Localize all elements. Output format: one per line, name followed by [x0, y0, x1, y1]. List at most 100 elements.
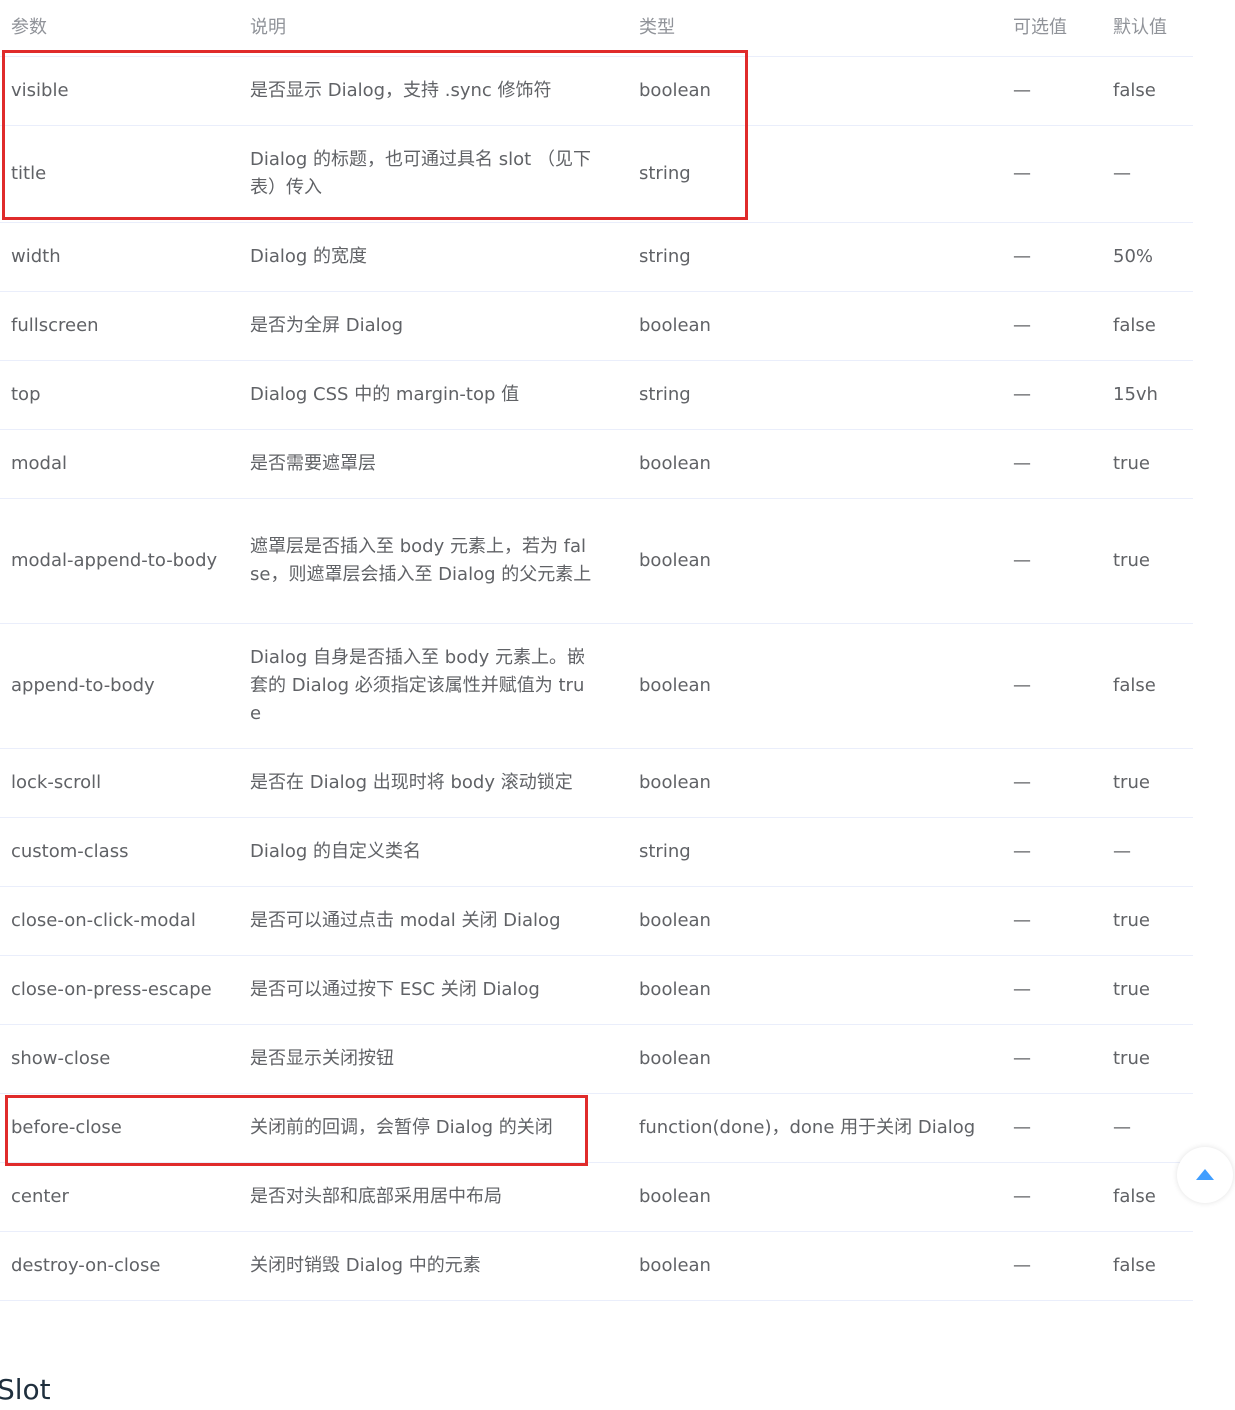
cell-type: string: [628, 222, 1002, 292]
cell-param: modal-append-to-body: [0, 498, 239, 624]
table-row: lock-scroll 是否在 Dialog 出现时将 body 滚动锁定 bo…: [0, 748, 1193, 818]
table-row: title Dialog 的标题，也可通过具名 slot （见下表）传入 str…: [0, 125, 1193, 223]
cell-param: center: [0, 1162, 239, 1232]
cell-type: boolean: [628, 748, 1002, 818]
cell-desc: 是否显示关闭按钮: [239, 1024, 628, 1094]
cell-param: before-close: [0, 1093, 239, 1163]
cell-desc: 关闭前的回调，会暂停 Dialog 的关闭: [239, 1093, 628, 1163]
cell-desc: 遮罩层是否插入至 body 元素上，若为 false，则遮罩层会插入至 Dial…: [239, 498, 628, 624]
cell-param: visible: [0, 56, 239, 126]
cell-default: —: [1102, 817, 1193, 887]
cell-desc: 是否可以通过按下 ESC 关闭 Dialog: [239, 955, 628, 1025]
cell-param: custom-class: [0, 817, 239, 887]
table-row: modal 是否需要遮罩层 boolean — true: [0, 429, 1193, 499]
cell-param: close-on-press-escape: [0, 955, 239, 1025]
cell-param: width: [0, 222, 239, 292]
cell-desc: 是否需要遮罩层: [239, 429, 628, 499]
table-row: width Dialog 的宽度 string — 50%: [0, 222, 1193, 292]
cell-type: boolean: [628, 429, 1002, 499]
cell-type: boolean: [628, 498, 1002, 624]
table-row: custom-class Dialog 的自定义类名 string — —: [0, 817, 1193, 887]
cell-options: —: [1002, 1231, 1102, 1301]
cell-desc: 是否为全屏 Dialog: [239, 291, 628, 361]
cell-desc: 是否在 Dialog 出现时将 body 滚动锁定: [239, 748, 628, 818]
cell-default: false: [1102, 623, 1193, 749]
cell-desc: Dialog 的宽度: [239, 222, 628, 292]
cell-type: string: [628, 125, 1002, 223]
cell-type: function(done)，done 用于关闭 Dialog: [628, 1093, 1002, 1163]
cell-options: —: [1002, 498, 1102, 624]
cell-default: true: [1102, 886, 1193, 956]
table-row: modal-append-to-body 遮罩层是否插入至 body 元素上，若…: [0, 498, 1193, 624]
cell-type: string: [628, 817, 1002, 887]
cell-type: boolean: [628, 955, 1002, 1025]
cell-default: —: [1102, 1093, 1193, 1163]
cell-default: 50%: [1102, 222, 1193, 292]
section-heading-slot: Slot: [0, 1373, 51, 1406]
cell-options: —: [1002, 955, 1102, 1025]
back-to-top-button[interactable]: [1177, 1147, 1233, 1203]
cell-type: boolean: [628, 886, 1002, 956]
cell-options: —: [1002, 360, 1102, 430]
cell-param: show-close: [0, 1024, 239, 1094]
cell-options: —: [1002, 886, 1102, 956]
cell-param: modal: [0, 429, 239, 499]
cell-default: true: [1102, 955, 1193, 1025]
cell-desc: 是否可以通过点击 modal 关闭 Dialog: [239, 886, 628, 956]
cell-type: boolean: [628, 1024, 1002, 1094]
cell-desc: 关闭时销毁 Dialog 中的元素: [239, 1231, 628, 1301]
cell-desc: Dialog CSS 中的 margin-top 值: [239, 360, 628, 430]
table-row: visible 是否显示 Dialog，支持 .sync 修饰符 boolean…: [0, 56, 1193, 126]
cell-param: destroy-on-close: [0, 1231, 239, 1301]
cell-type: boolean: [628, 56, 1002, 126]
cell-type: boolean: [628, 1231, 1002, 1301]
cell-param: close-on-click-modal: [0, 886, 239, 956]
caret-up-icon: [1196, 1169, 1214, 1180]
table-row: show-close 是否显示关闭按钮 boolean — true: [0, 1024, 1193, 1094]
table-row: destroy-on-close 关闭时销毁 Dialog 中的元素 boole…: [0, 1231, 1193, 1301]
header-default: 默认值: [1102, 0, 1193, 57]
cell-options: —: [1002, 222, 1102, 292]
cell-default: —: [1102, 125, 1193, 223]
header-options: 可选值: [1002, 0, 1102, 57]
cell-options: —: [1002, 125, 1102, 223]
table-row: close-on-press-escape 是否可以通过按下 ESC 关闭 Di…: [0, 955, 1193, 1025]
cell-options: —: [1002, 748, 1102, 818]
cell-default: false: [1102, 291, 1193, 361]
cell-options: —: [1002, 56, 1102, 126]
cell-default: false: [1102, 56, 1193, 126]
cell-default: true: [1102, 429, 1193, 499]
cell-param: lock-scroll: [0, 748, 239, 818]
cell-default: true: [1102, 498, 1193, 624]
cell-default: true: [1102, 748, 1193, 818]
cell-type: string: [628, 360, 1002, 430]
table-row: center 是否对头部和底部采用居中布局 boolean — false: [0, 1162, 1193, 1232]
header-type: 类型: [628, 0, 1002, 57]
table-row: before-close 关闭前的回调，会暂停 Dialog 的关闭 funct…: [0, 1093, 1193, 1163]
cell-type: boolean: [628, 291, 1002, 361]
cell-options: —: [1002, 429, 1102, 499]
table-row: append-to-body Dialog 自身是否插入至 body 元素上。嵌…: [0, 623, 1193, 749]
table-row: close-on-click-modal 是否可以通过点击 modal 关闭 D…: [0, 886, 1193, 956]
cell-type: boolean: [628, 1162, 1002, 1232]
cell-param: append-to-body: [0, 623, 239, 749]
cell-desc: 是否对头部和底部采用居中布局: [239, 1162, 628, 1232]
cell-options: —: [1002, 1093, 1102, 1163]
cell-options: —: [1002, 1024, 1102, 1094]
dialog-attributes-table: 参数 说明 类型 可选值 默认值 visible 是否显示 Dialog，支持 …: [0, 0, 1193, 1301]
cell-desc: 是否显示 Dialog，支持 .sync 修饰符: [239, 56, 628, 126]
cell-type: boolean: [628, 623, 1002, 749]
cell-param: title: [0, 125, 239, 223]
cell-desc: Dialog 自身是否插入至 body 元素上。嵌套的 Dialog 必须指定该…: [239, 623, 628, 749]
header-desc: 说明: [239, 0, 628, 57]
cell-desc: Dialog 的标题，也可通过具名 slot （见下表）传入: [239, 125, 628, 223]
cell-desc: Dialog 的自定义类名: [239, 817, 628, 887]
table-row: top Dialog CSS 中的 margin-top 值 string — …: [0, 360, 1193, 430]
cell-options: —: [1002, 291, 1102, 361]
cell-options: —: [1002, 623, 1102, 749]
table-header-row: 参数 说明 类型 可选值 默认值: [0, 0, 1193, 57]
table-row: fullscreen 是否为全屏 Dialog boolean — false: [0, 291, 1193, 361]
header-param: 参数: [0, 0, 239, 57]
cell-param: top: [0, 360, 239, 430]
cell-options: —: [1002, 817, 1102, 887]
